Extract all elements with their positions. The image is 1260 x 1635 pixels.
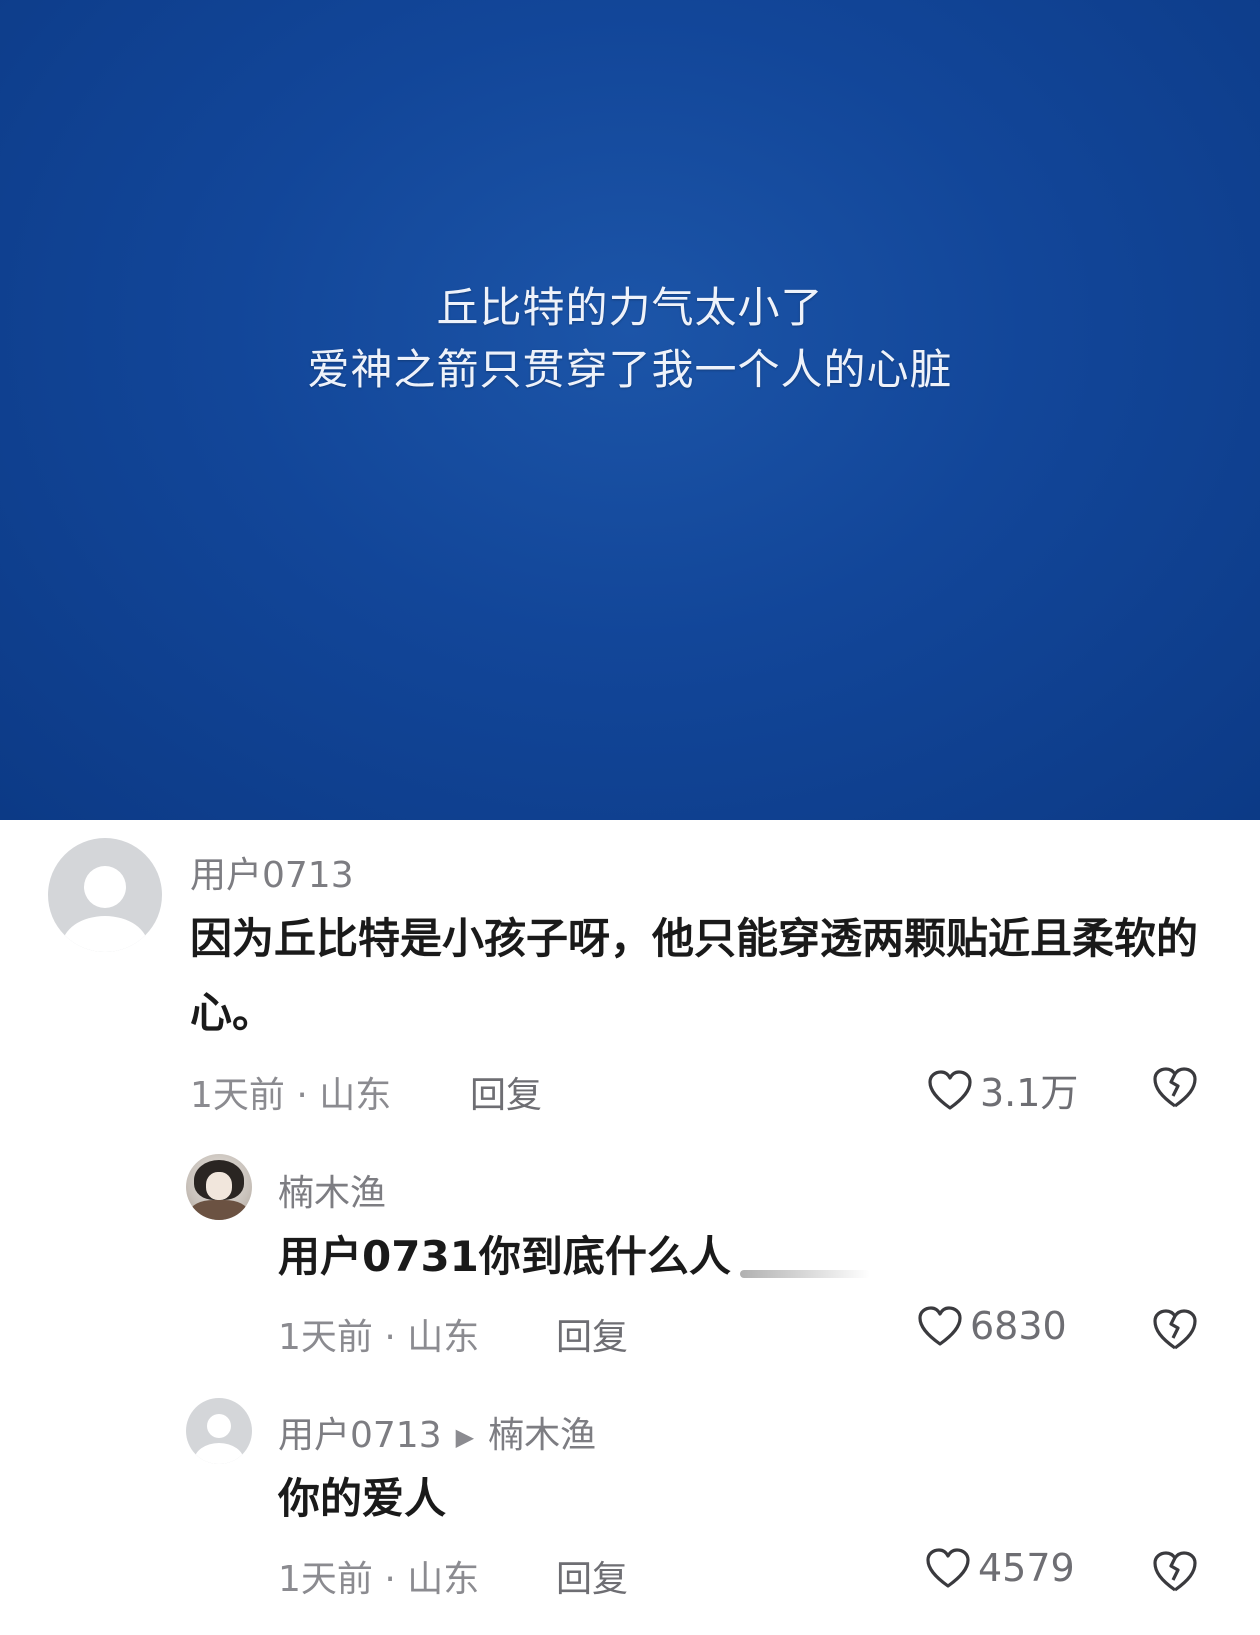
like-button[interactable]: 6830: [916, 1304, 1067, 1348]
text-fade-decoration: [740, 1270, 870, 1278]
broken-heart-icon: [1153, 1067, 1197, 1108]
heart-outline-icon: [926, 1548, 970, 1588]
comment-time-location: 1天前 · 山东: [278, 1317, 480, 1358]
reply-to-username[interactable]: 楠木渔: [488, 1415, 596, 1456]
broken-heart-icon: [1153, 1309, 1197, 1350]
reply-button[interactable]: 回复: [556, 1308, 628, 1360]
default-avatar-body-icon: [62, 916, 148, 952]
comment-text: 因为丘比特是小孩子呀，他只能穿透两颗贴近且柔软的心。: [190, 914, 1199, 1037]
dislike-button[interactable]: [1150, 1548, 1200, 1598]
avatar[interactable]: [186, 1398, 252, 1464]
default-avatar-body-icon: [194, 1443, 244, 1464]
comment-text: 你的爱人: [278, 1474, 447, 1523]
heart-outline-icon: [918, 1306, 962, 1346]
video-player[interactable]: 丘比特的力气太小了 爱神之箭只贯穿了我一个人的心脏: [0, 0, 1260, 820]
heart-outline-icon: [928, 1069, 972, 1110]
default-avatar-head-icon: [207, 1414, 231, 1438]
dislike-button[interactable]: [1150, 1064, 1200, 1114]
like-count: 6830: [970, 1304, 1067, 1348]
dislike-button[interactable]: [1150, 1306, 1200, 1356]
avatar[interactable]: [48, 838, 162, 952]
comment-username-line: 用户0713 ▶ 楠木渔: [278, 1406, 596, 1458]
play-arrow-icon: ▶: [455, 1423, 475, 1451]
comment-username[interactable]: 楠木渔: [278, 1164, 386, 1216]
like-button[interactable]: 4579: [924, 1546, 1075, 1590]
like-count: 4579: [978, 1546, 1075, 1590]
like-button[interactable]: 3.1万: [926, 1062, 1078, 1117]
comment-text: 用户0731你到底什么人: [278, 1232, 731, 1281]
like-count: 3.1万: [980, 1071, 1079, 1115]
comment-time-location: 1天前 · 山东: [278, 1559, 480, 1600]
default-avatar-head-icon: [84, 866, 126, 908]
comment-username[interactable]: 用户0713: [278, 1415, 442, 1456]
reply-button[interactable]: 回复: [470, 1066, 542, 1118]
video-caption-line1: 丘比特的力气太小了: [436, 283, 824, 332]
video-caption-line2: 爱神之箭只贯穿了我一个人的心脏: [307, 345, 953, 394]
reply-button[interactable]: 回复: [556, 1550, 628, 1602]
broken-heart-icon: [1153, 1551, 1197, 1592]
avatar-face: [206, 1172, 232, 1200]
avatar-clothing: [190, 1200, 248, 1220]
comment-time-location: 1天前 · 山东: [190, 1075, 392, 1116]
avatar[interactable]: [186, 1154, 252, 1220]
comment-username[interactable]: 用户0713: [190, 846, 354, 898]
